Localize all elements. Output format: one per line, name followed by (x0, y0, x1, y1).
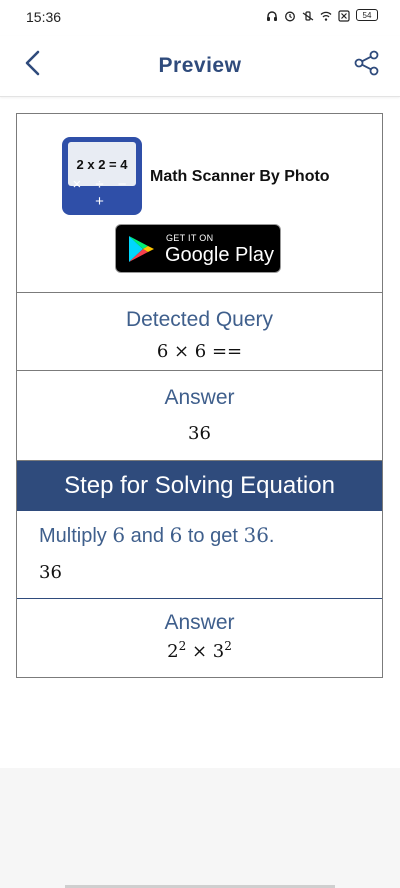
factor-base: 2 (167, 641, 179, 662)
final-answer-value: 22 × 32 (17, 639, 382, 662)
page-title: Preview (158, 54, 242, 77)
google-play-icon (126, 234, 156, 269)
detected-query-heading: Detected Query (125, 308, 274, 331)
answer-value: 36 (188, 423, 211, 444)
step-text-part: and (125, 525, 170, 547)
badge-big-text: Google Play (165, 244, 274, 266)
share-icon (354, 50, 380, 81)
app-bar: Preview (0, 36, 400, 97)
steps-header: Step for Solving Equation (17, 461, 382, 511)
detected-query-section: Detected Query 6 × 6 == (17, 292, 382, 371)
share-button[interactable] (352, 50, 382, 80)
preview-card: 2 x 2 = 4 × ÷ − + Math Scanner By Photo … (16, 113, 383, 678)
status-time: 15:36 (26, 9, 62, 25)
status-icons: 54 (266, 9, 378, 22)
sim-off-icon (338, 9, 350, 22)
detected-query-value: 6 × 6 == (156, 341, 243, 362)
headphones-icon (266, 9, 278, 21)
badge-small-text: GET IT ON (166, 233, 214, 243)
mute-vibrate-icon (302, 9, 314, 21)
times-operator: × (186, 641, 213, 662)
step-text-part: . (268, 525, 275, 547)
answer-section: Answer 36 (17, 371, 382, 461)
answer-heading: Answer (164, 386, 235, 409)
step-text-part: to get (182, 525, 244, 547)
factor-exponent: 2 (224, 639, 232, 653)
app-name: Math Scanner By Photo (150, 168, 330, 185)
app-logo: 2 x 2 = 4 × ÷ − + (62, 137, 142, 215)
bottom-area (0, 768, 400, 888)
step-text-part: Multiply (39, 525, 113, 547)
wifi-icon (320, 9, 332, 21)
final-answer-section: Answer 22 × 32 (17, 598, 382, 679)
status-bar: 15:36 54 (0, 0, 400, 36)
app-promo: 2 x 2 = 4 × ÷ − + Math Scanner By Photo … (17, 114, 382, 293)
step-description: Multiply 6 and 6 to get 36. (39, 523, 274, 548)
step-number: 6 (112, 523, 126, 547)
step-number: 6 (169, 523, 183, 547)
final-answer-heading: Answer (164, 611, 235, 634)
factor-base: 3 (212, 641, 225, 662)
logo-operators: × ÷ − + (72, 176, 132, 210)
battery-icon: 54 (356, 9, 378, 21)
step-number: 36 (243, 523, 269, 547)
alarm-icon (284, 9, 296, 22)
google-play-badge[interactable]: GET IT ON Google Play (115, 224, 281, 273)
step-result: 36 (39, 562, 62, 583)
